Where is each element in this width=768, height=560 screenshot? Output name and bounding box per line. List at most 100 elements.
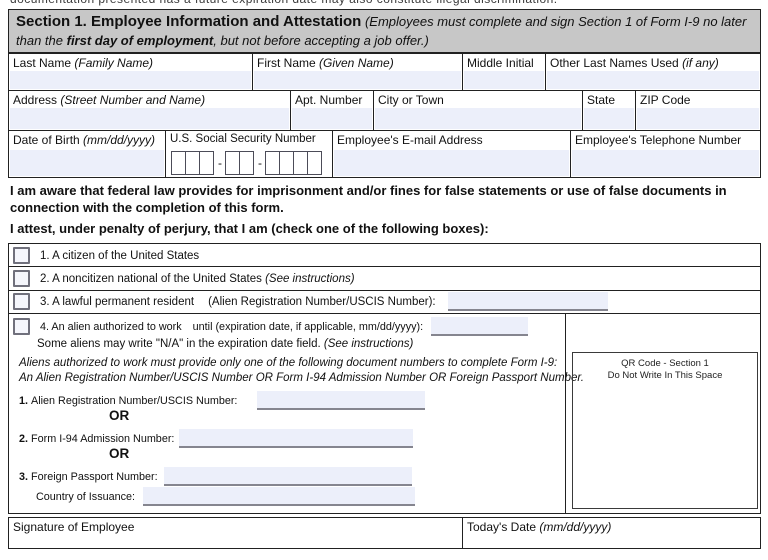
address-label: Address (Street Number and Name)	[13, 93, 206, 107]
middle-initial-input[interactable]	[464, 71, 544, 89]
option-4-checkbox[interactable]	[13, 318, 30, 335]
first-name-label: First Name (Given Name)	[257, 56, 394, 70]
ssn-digit-box[interactable]	[225, 151, 240, 175]
city-cell: City or Town	[373, 90, 583, 131]
zip-code-label: ZIP Code	[640, 93, 691, 107]
option-4-row: 4. An alien authorized to work until (ex…	[13, 316, 529, 337]
option-1-row: 1. A citizen of the United States	[13, 245, 199, 266]
expiration-date-input[interactable]	[431, 317, 529, 336]
other-last-names-label: Other Last Names Used (if any)	[550, 56, 719, 70]
divider	[9, 313, 760, 314]
address-cell: Address (Street Number and Name)	[8, 90, 291, 131]
option-1-checkbox[interactable]	[13, 247, 30, 264]
city-input[interactable]	[375, 108, 581, 129]
aliens-doc-note-line1: Aliens authorized to work must provide o…	[19, 357, 558, 369]
form-i9-section1-page: documentation presented has a future exp…	[0, 0, 768, 560]
zip-code-input[interactable]	[637, 108, 759, 129]
i94-admission-label: Form I-94 Admission Number:	[31, 432, 175, 445]
option-2-row: 2. A noncitizen national of the United S…	[13, 268, 355, 289]
phone-input[interactable]	[572, 150, 759, 176]
ssn-digit-box[interactable]	[171, 151, 186, 175]
aliens-doc-note-line2: An Alien Registration Number/USCIS Numbe…	[19, 372, 584, 384]
alien-reg-number-inline-input[interactable]	[447, 292, 608, 311]
state-cell: State	[582, 90, 636, 131]
other-last-names-cell: Other Last Names Used (if any)	[545, 53, 761, 91]
alien-registration-label: Alien Registration Number/USCIS Number:	[31, 394, 238, 407]
signature-of-employee-cell[interactable]: Signature of Employee	[8, 517, 463, 549]
option-2-label: 2. A noncitizen national of the United S…	[40, 272, 262, 285]
option-1-label: 1. A citizen of the United States	[40, 249, 200, 262]
state-label: State	[587, 93, 616, 107]
section-subtitle-post: , but not before accepting a job offer.)	[213, 33, 429, 48]
zip-code-cell: ZIP Code	[635, 90, 761, 131]
qr-code-box: QR Code - Section 1 Do Not Write In This…	[572, 352, 758, 509]
qr-code-label-line2: Do Not Write In This Space	[607, 370, 723, 381]
option-3-label: 3. A lawful permanent resident	[40, 295, 195, 308]
section-header: Section 1. Employee Information and Atte…	[8, 9, 761, 53]
email-cell: Employee's E-mail Address	[332, 130, 571, 178]
option-4-note-hint: (See instructions)	[323, 338, 414, 350]
last-name-label: Last Name (Family Name)	[13, 56, 154, 70]
country-of-issuance-label: Country of Issuance:	[36, 490, 136, 503]
option-2-hint: (See instructions)	[265, 272, 355, 285]
divider	[9, 266, 760, 267]
ssn-digit-box[interactable]	[293, 151, 308, 175]
ssn-digit-box[interactable]	[185, 151, 200, 175]
ssn-digit-box[interactable]	[199, 151, 214, 175]
apt-number-label: Apt. Number	[295, 93, 363, 107]
date-of-birth-input[interactable]	[10, 150, 164, 176]
first-name-cell: First Name (Given Name)	[252, 53, 463, 91]
foreign-passport-number-input[interactable]	[163, 467, 412, 486]
ssn-digit-box[interactable]	[307, 151, 322, 175]
ssn-dash: -	[258, 156, 262, 170]
ssn-dash: -	[218, 156, 222, 170]
phone-label: Employee's Telephone Number	[575, 133, 742, 147]
option-4-until-label: until (expiration date, if applicable, m…	[192, 320, 424, 333]
foreign-passport-row: 3. Foreign Passport Number:	[19, 466, 412, 487]
option-2-checkbox[interactable]	[13, 270, 30, 287]
apt-number-cell: Apt. Number	[290, 90, 374, 131]
last-name-cell: Last Name (Family Name)	[8, 53, 253, 91]
ssn-digit-box[interactable]	[265, 151, 280, 175]
qr-code-label-line1: QR Code - Section 1	[621, 358, 709, 369]
section-subtitle-bold: first day of employment	[66, 33, 214, 48]
foreign-passport-label: Foreign Passport Number:	[31, 470, 158, 483]
section-title: Section 1. Employee Information and Atte…	[16, 13, 362, 30]
country-of-issuance-row: Country of Issuance:	[36, 486, 416, 507]
alien-registration-row: 1. Alien Registration Number/USCIS Numbe…	[19, 390, 426, 411]
apt-number-input[interactable]	[292, 108, 372, 129]
ssn-digit-box[interactable]	[239, 151, 254, 175]
option-3-checkbox[interactable]	[13, 293, 30, 310]
email-input[interactable]	[334, 150, 569, 176]
last-name-input[interactable]	[10, 71, 251, 89]
city-label: City or Town	[378, 93, 444, 107]
aliens-doc-note: Aliens authorized to work must provide o…	[19, 356, 584, 386]
middle-initial-cell: Middle Initial	[462, 53, 546, 91]
todays-date-cell[interactable]: Today's Date (mm/dd/yyyy)	[462, 517, 761, 549]
date-of-birth-cell: Date of Birth (mm/dd/yyyy)	[8, 130, 166, 178]
ssn-cell: U.S. Social Security Number - -	[165, 130, 333, 178]
ssn-digit-box[interactable]	[279, 151, 294, 175]
signature-of-employee-label: Signature of Employee	[13, 520, 135, 534]
clipped-top-text-line: documentation presented has a future exp…	[10, 0, 558, 6]
or-label: OR	[109, 446, 130, 461]
form-i94-admission-number-input[interactable]	[179, 429, 414, 448]
state-input[interactable]	[584, 108, 634, 129]
option-4-note: Some aliens may write "N/A" in the expir…	[37, 338, 414, 350]
todays-date-label: Today's Date (mm/dd/yyyy)	[467, 520, 612, 534]
federal-law-warning: I am aware that federal law provides for…	[10, 183, 727, 215]
middle-initial-label: Middle Initial	[467, 56, 534, 70]
attest-intro: I attest, under penalty of perjury, that…	[10, 221, 489, 236]
date-of-birth-label: Date of Birth (mm/dd/yyyy)	[13, 133, 156, 147]
option-3-field-label: (Alien Registration Number/USCIS Number)…	[208, 295, 436, 308]
other-last-names-input[interactable]	[547, 71, 759, 89]
country-of-issuance-input[interactable]	[143, 487, 416, 506]
address-input[interactable]	[10, 108, 289, 129]
phone-cell: Employee's Telephone Number	[570, 130, 761, 178]
alien-registration-number-input[interactable]	[257, 391, 426, 410]
option-3-row: 3. A lawful permanent resident (Alien Re…	[13, 291, 608, 312]
option-4-label: 4. An alien authorized to work	[40, 320, 182, 333]
first-name-input[interactable]	[254, 71, 461, 89]
ssn-input-boxes[interactable]: - -	[171, 151, 322, 175]
ssn-label: U.S. Social Security Number	[170, 133, 316, 145]
